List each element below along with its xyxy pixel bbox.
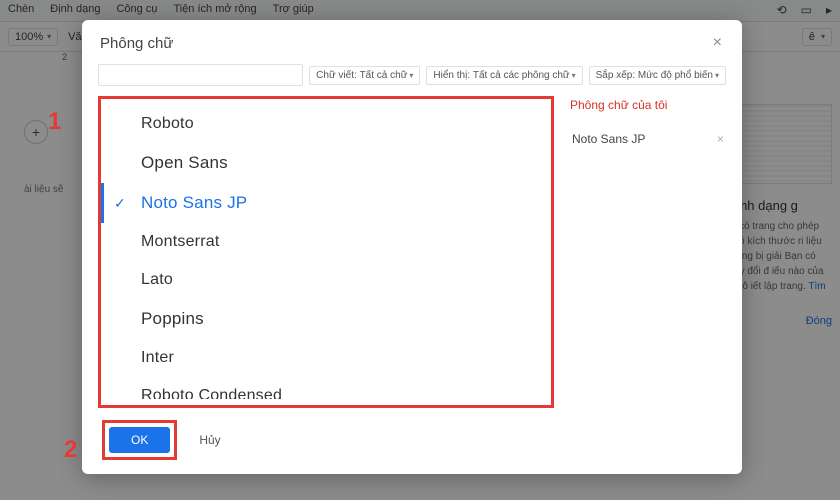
modal-footer: OK Hủy bbox=[82, 408, 742, 474]
remove-font-icon[interactable]: × bbox=[717, 132, 724, 146]
modal-title: Phông chữ bbox=[100, 35, 173, 52]
font-item[interactable]: Lato bbox=[101, 261, 541, 299]
sort-combo[interactable]: Sắp xếp: Mức độ phổ biến ▾ bbox=[589, 66, 726, 85]
modal-header: Phông chữ × bbox=[82, 20, 742, 62]
my-fonts-column: Phông chữ của tôi Noto Sans JP × bbox=[566, 96, 726, 408]
font-item[interactable]: Poppins bbox=[101, 299, 541, 339]
close-icon[interactable]: × bbox=[713, 34, 722, 52]
my-fonts-list: Noto Sans JP × bbox=[570, 128, 726, 150]
my-fonts-title: Phông chữ của tôi bbox=[570, 98, 726, 112]
fonts-modal: Phông chữ × Chữ viết: Tất cả chữ ▾ Hiển … bbox=[82, 20, 742, 474]
script-label: Chữ viết: bbox=[316, 70, 357, 81]
filter-row: Chữ viết: Tất cả chữ ▾ Hiển thị: Tất cả … bbox=[82, 62, 742, 90]
script-value: Tất cả chữ bbox=[360, 70, 408, 81]
show-combo[interactable]: Hiển thị: Tất cả các phông chữ ▾ bbox=[426, 66, 582, 85]
ok-highlight-box: OK bbox=[102, 420, 177, 460]
chevron-down-icon: ▾ bbox=[715, 71, 719, 80]
font-search-input[interactable] bbox=[98, 64, 303, 86]
cancel-button[interactable]: Hủy bbox=[191, 427, 228, 453]
font-item[interactable]: Roboto bbox=[101, 105, 541, 143]
my-font-chip: Noto Sans JP × bbox=[570, 128, 726, 150]
sort-label: Sắp xếp: bbox=[596, 70, 635, 81]
show-label: Hiển thị: bbox=[433, 70, 470, 81]
font-item[interactable]: Inter bbox=[101, 339, 541, 377]
chevron-down-icon: ▾ bbox=[409, 71, 413, 80]
font-item[interactable]: Montserrat bbox=[101, 223, 541, 261]
annotation-2: 2 bbox=[64, 436, 77, 464]
font-item[interactable]: Open Sans bbox=[101, 143, 541, 183]
font-item[interactable]: Roboto Condensed bbox=[101, 377, 541, 399]
font-item[interactable]: Noto Sans JP bbox=[101, 183, 541, 223]
font-list-highlight-box: RobotoOpen SansNoto Sans JPMontserratLat… bbox=[98, 96, 554, 408]
chevron-down-icon: ▾ bbox=[572, 71, 576, 80]
ok-button[interactable]: OK bbox=[109, 427, 170, 453]
annotation-1: 1 bbox=[48, 108, 61, 136]
my-font-name: Noto Sans JP bbox=[572, 132, 645, 146]
show-value: Tất cả các phông chữ bbox=[473, 70, 570, 81]
sort-value: Mức độ phổ biến bbox=[638, 70, 713, 81]
modal-body: RobotoOpen SansNoto Sans JPMontserratLat… bbox=[82, 90, 742, 408]
font-list[interactable]: RobotoOpen SansNoto Sans JPMontserratLat… bbox=[101, 105, 541, 399]
script-combo[interactable]: Chữ viết: Tất cả chữ ▾ bbox=[309, 66, 420, 85]
